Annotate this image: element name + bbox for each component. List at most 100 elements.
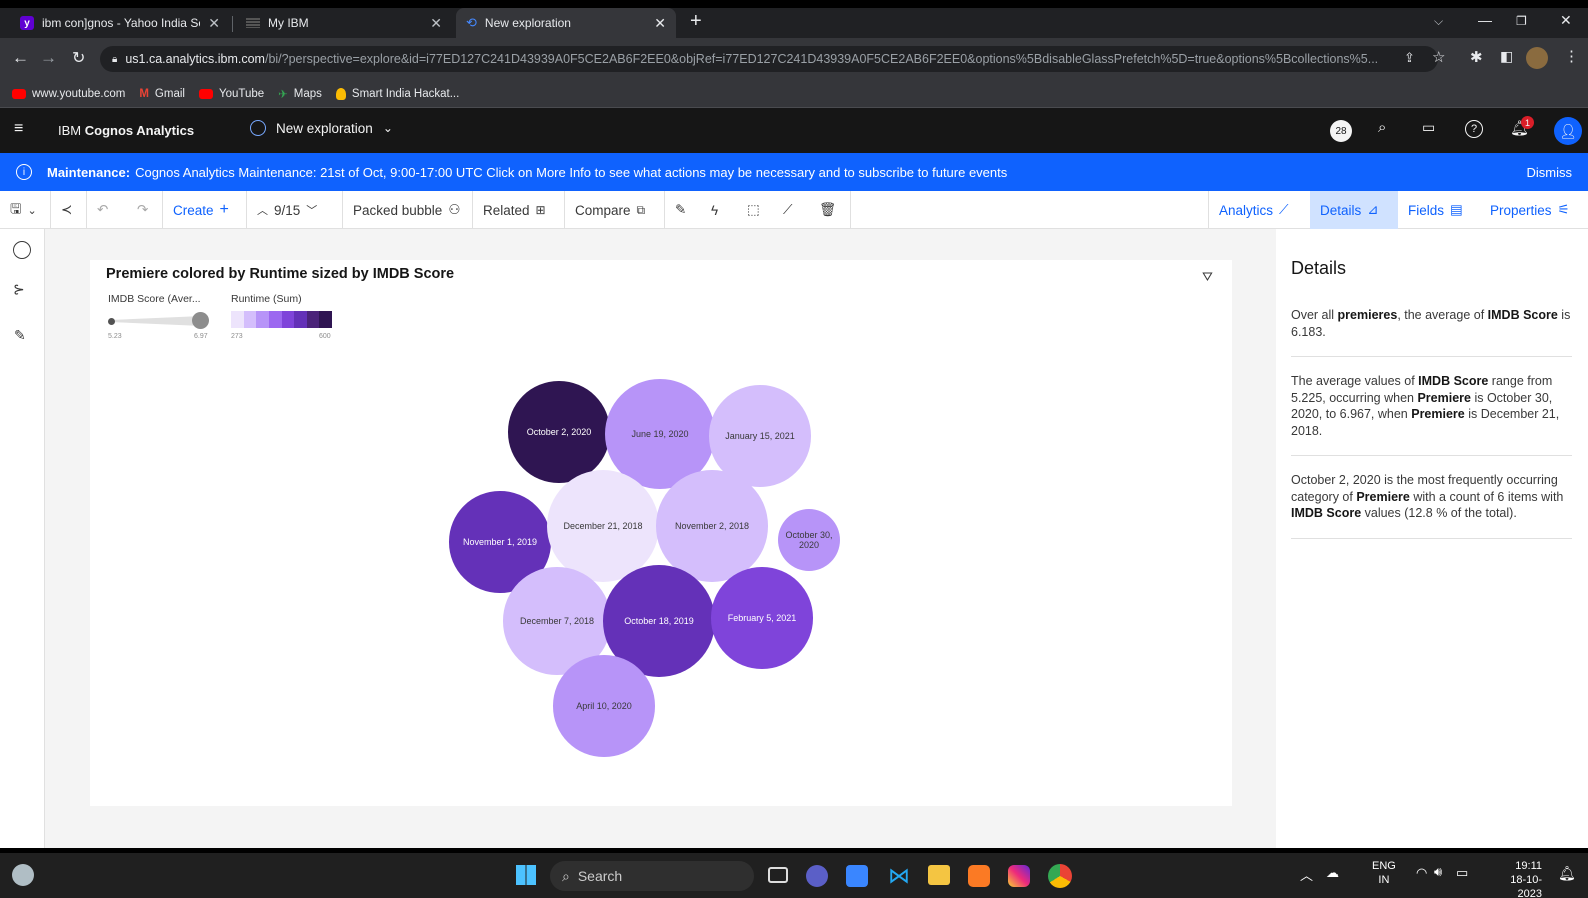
youtube-icon (198, 88, 213, 99)
bubble-label: December 21, 2018 (563, 521, 643, 531)
bubble-label: December 7, 2018 (519, 615, 595, 626)
tab-details[interactable]: Details ⊿ (1310, 191, 1398, 229)
bookmark-gmail[interactable]: M Gmail (139, 88, 185, 100)
chrome-icon[interactable] (1048, 864, 1072, 888)
weather-icon[interactable] (12, 864, 34, 886)
bookmark-maps[interactable]: ✈ Maps (278, 87, 322, 101)
taskbar-search[interactable]: ⌕ Search (550, 861, 754, 891)
details-icon: ⊿ (1367, 202, 1379, 217)
language-indicator[interactable]: ENG IN (1372, 859, 1396, 887)
notification-bell-icon[interactable]: 🔔︎ (1558, 865, 1576, 882)
tray-chevron-icon[interactable]: ︿ (1300, 865, 1313, 884)
pin-icon[interactable]: ✎ (14, 327, 26, 344)
forward-icon[interactable]: → (40, 48, 57, 68)
select-button[interactable]: ⬚ (737, 191, 773, 229)
bookmark-smart-india-hackathon[interactable]: Smart India Hackat... (335, 87, 459, 100)
wifi-icon[interactable]: ◠ (1416, 865, 1427, 881)
region-label: IN (1378, 874, 1390, 886)
gmail-icon: M (139, 87, 149, 100)
bookmark-star-icon[interactable]: ☆ (1432, 48, 1445, 66)
back-icon[interactable]: ← (12, 48, 29, 68)
tab-new-exploration[interactable]: ⟲ New exploration ✕ (456, 8, 676, 38)
reload-icon[interactable]: ↻ (72, 48, 85, 68)
bubble-label: November 2, 2018 (674, 520, 750, 531)
task-view-icon[interactable] (768, 867, 788, 883)
tab-analytics[interactable]: Analytics ⟋ (1208, 191, 1310, 229)
details-text: The average values of (1291, 374, 1419, 388)
date-label: 18-10-2023 (1510, 874, 1542, 898)
bubble-label: February 5, 2021 (727, 612, 797, 623)
close-icon[interactable]: ✕ (208, 15, 220, 32)
bubble[interactable]: December 21, 2018 (547, 470, 659, 582)
bubble[interactable]: November 2, 2018 (656, 470, 768, 582)
save-menu[interactable]: 🖫 ⌄ (0, 191, 51, 229)
bookmark-youtube-com[interactable]: www.youtube.com (12, 88, 125, 100)
brand[interactable]: IBM Cognos Analytics (58, 123, 194, 138)
related-button[interactable]: Related ⊞ (473, 191, 565, 229)
search-icon[interactable]: ⌕ (1378, 119, 1386, 136)
time-label: 19:11 (1515, 860, 1542, 872)
app-header: ≡ IBM Cognos Analytics New exploration ⌄… (0, 108, 1588, 153)
help-icon[interactable]: ? (1465, 120, 1483, 138)
new-tab-button[interactable]: + (690, 10, 702, 33)
tab-yahoo[interactable]: y ibm con]gnos - Yahoo India Sea ✕ (10, 8, 230, 38)
redo-button[interactable]: ↷ (127, 191, 163, 229)
search-icon: ⌕ (562, 867, 570, 884)
plus-icon: + (219, 201, 229, 218)
instagram-icon[interactable] (1008, 865, 1030, 887)
dismiss-button[interactable]: Dismiss (1527, 165, 1573, 180)
create-button[interactable]: Create + (163, 191, 247, 229)
menu-icon[interactable]: ≡ (14, 120, 23, 138)
undo-button[interactable]: ↶ (87, 191, 127, 229)
bubble[interactable]: February 5, 2021 (711, 567, 813, 669)
url-field[interactable]: 🔒︎ us1.ca.analytics.ibm.com/bi/?perspect… (100, 46, 1438, 72)
pin-button[interactable]: ✎ (665, 191, 701, 229)
restore-icon[interactable]: ❐ (1516, 14, 1527, 28)
delete-button[interactable]: 🗑︎ (809, 191, 851, 229)
windows-taskbar: ⌕ Search ⋈ ︿ ☁ ENG IN ◠ 🔊︎ ▭ 19:11 18-10-… (0, 853, 1588, 898)
store-icon[interactable] (846, 865, 868, 887)
close-window-icon[interactable]: ✕ (1560, 12, 1572, 29)
onedrive-icon[interactable]: ☁ (1326, 865, 1339, 881)
insights-button[interactable]: ϟ (701, 191, 737, 229)
emphasis-text: IMDB Score (1418, 374, 1489, 388)
volume-icon[interactable]: 🔊︎ (1434, 864, 1442, 880)
tab-my-ibm[interactable]: My IBM ✕ (236, 8, 452, 38)
bubble[interactable]: October 30, 2020 (778, 509, 840, 571)
clock[interactable]: 19:11 18-10-2023 (1490, 859, 1542, 898)
chat-icon[interactable]: ▭ (1422, 119, 1435, 136)
side-panel-icon[interactable]: ◧ (1500, 48, 1513, 65)
exploration-icon[interactable] (13, 241, 31, 259)
profile-icon[interactable] (1526, 47, 1548, 69)
close-icon[interactable]: ✕ (654, 15, 666, 32)
battery-icon[interactable]: ▭ (1456, 865, 1468, 881)
file-explorer-icon[interactable] (928, 865, 950, 885)
bubble[interactable]: April 10, 2020 (553, 655, 655, 757)
relationship-icon[interactable]: ⊱ (13, 281, 25, 298)
extensions-icon[interactable]: ✱ (1470, 48, 1483, 66)
compare-button[interactable]: Compare ⧉ (565, 191, 665, 229)
info-icon: i (16, 164, 32, 180)
share-icon[interactable]: ⇪ (1404, 50, 1415, 66)
start-icon[interactable] (516, 865, 536, 885)
visualization-type-button[interactable]: Packed bubble ⚇ (343, 191, 473, 229)
maps-icon: ✈ (278, 88, 288, 101)
tab-properties[interactable]: Properties ⚟ (1480, 191, 1588, 229)
trend-button[interactable]: ⟋ (773, 191, 809, 229)
bubble-label: October 30, 2020 (785, 530, 833, 550)
minimize-icon[interactable]: — (1478, 12, 1492, 28)
user-avatar[interactable]: 👤︎ (1554, 117, 1582, 145)
vscode-icon[interactable]: ⋈ (888, 863, 910, 889)
bubble[interactable]: October 2, 2020 (508, 381, 610, 483)
xampp-icon[interactable] (968, 865, 990, 887)
teams-icon[interactable] (806, 865, 828, 887)
tab-search-icon[interactable]: ⌵ (1434, 14, 1443, 29)
share-button[interactable]: ≺ (51, 191, 87, 229)
exploration-switcher[interactable]: New exploration ⌄ (250, 120, 393, 136)
page-navigator[interactable]: ︿ 9/15 ﹀ (247, 191, 343, 229)
close-icon[interactable]: ✕ (430, 15, 442, 32)
bookmark-youtube[interactable]: YouTube (198, 88, 264, 100)
tab-fields[interactable]: Fields ▤ (1398, 191, 1480, 229)
more-icon[interactable]: ⋮ (1564, 47, 1579, 65)
count-badge[interactable]: 28 (1330, 120, 1352, 142)
